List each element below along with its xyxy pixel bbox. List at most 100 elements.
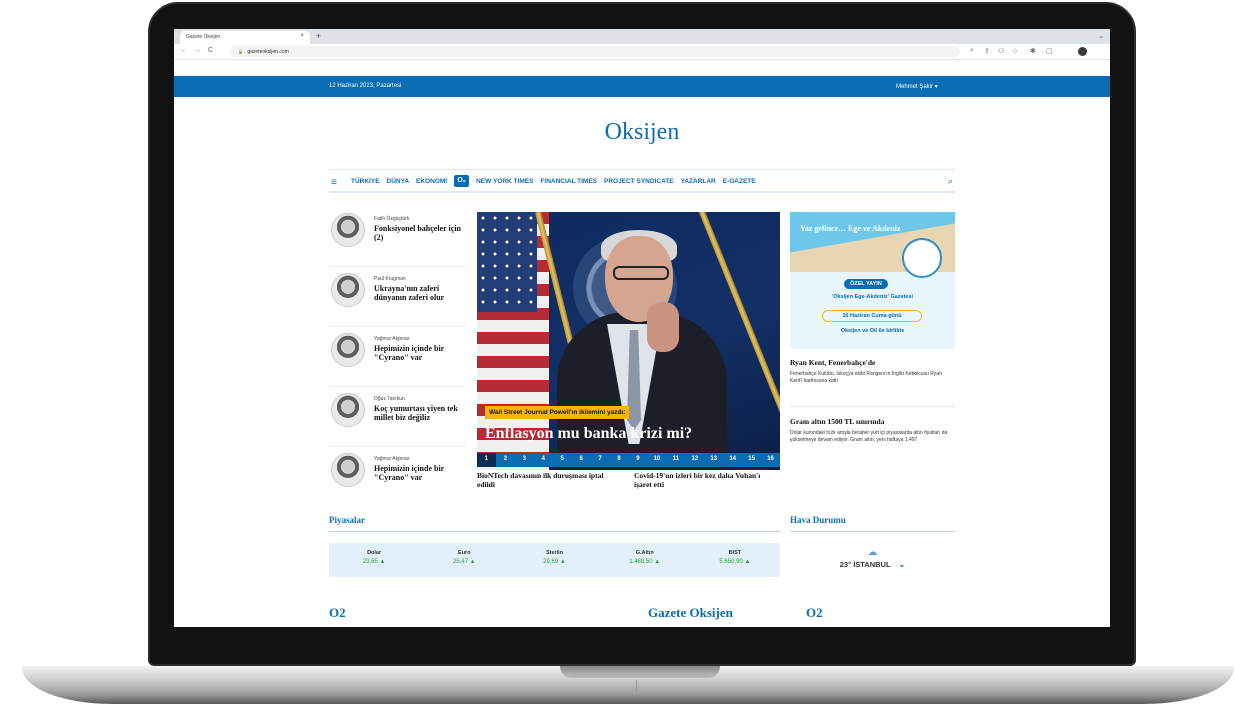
nav-item-new-york-times[interactable]: NEW YORK TIMES <box>476 178 533 187</box>
promo-line: Oksijen ve Oil ile birlikte <box>840 328 905 334</box>
news-title[interactable]: Gram altın 1500 TL sınırında <box>790 417 955 426</box>
divider <box>329 531 780 532</box>
nav-menu: TÜRKİYE DÜNYA EKONOMİ O₂ NEW YORK TIMES … <box>351 175 756 187</box>
nav-item-ekonomi[interactable]: EKONOMİ <box>416 178 447 187</box>
columnist-item[interactable]: Yağmur Akpınar Hepimizin içinde bir "Cyr… <box>329 327 466 387</box>
slider-page[interactable]: 4 <box>534 453 553 467</box>
address-bar[interactable]: 🔒 gazeteoksijen.com <box>230 46 960 57</box>
slider-page[interactable]: 15 <box>742 453 761 467</box>
market-item[interactable]: G.Altın 1.488,50 ▲ <box>600 543 690 577</box>
market-value: 1.488,50 ▲ <box>629 559 661 565</box>
subhead-link[interactable]: BioNTech davasının ilk duruşması iptal e… <box>477 471 619 489</box>
market-item[interactable]: BIST 5.650,90 ▲ <box>690 543 780 577</box>
weather-heading: Hava Durumu <box>790 515 846 525</box>
market-item[interactable]: Sterlin 29,69 ▲ <box>509 543 599 577</box>
slider-pagination: 1 2 3 4 5 6 7 8 9 10 11 12 13 14 15 16 <box>477 453 780 467</box>
market-label: G.Altın <box>635 550 654 556</box>
columnist-item[interactable]: Paul Krugman Ukrayna'nın zaferi dünyanın… <box>329 267 466 327</box>
bookmark-star-icon[interactable]: ☆ <box>1012 47 1018 55</box>
market-value: 5.650,90 ▲ <box>719 559 751 565</box>
slider-page[interactable]: 8 <box>610 453 629 467</box>
reload-icon[interactable]: C <box>208 47 213 54</box>
news-item[interactable]: Ryan Kent, Fenerbahçe'de Fenerbahçe Kulü… <box>790 358 955 385</box>
slider-page[interactable]: 12 <box>685 453 704 467</box>
columnist-item[interactable]: Fatih Özgüçtürk Fonksiyonel bahçeler içi… <box>329 207 466 267</box>
nav-item-e-gazete[interactable]: E-GAZETE <box>723 178 756 187</box>
profile-avatar[interactable] <box>1078 47 1087 56</box>
site-logo[interactable]: Oksijen <box>174 119 1110 146</box>
tab-close-icon[interactable]: × <box>300 33 304 39</box>
browser-tab[interactable]: Gazete Oksijen × <box>180 31 310 44</box>
columnist-article-title[interactable]: Hepimizin içinde bir "Cyrano" var <box>374 344 462 362</box>
chevron-down-icon[interactable]: ⌄ <box>899 560 906 569</box>
nav-item-financial-times[interactable]: FINANCIAL TIMES <box>540 178 597 187</box>
back-icon[interactable]: ← <box>180 47 187 54</box>
hero-headline[interactable]: Enflasyon mu banka krizi mi? <box>485 425 692 443</box>
columnist-name: Oğuz Tanıkun <box>374 396 405 402</box>
columnist-name: Yağmur Akpınar <box>374 336 410 342</box>
news-title[interactable]: Ryan Kent, Fenerbahçe'de <box>790 358 955 367</box>
slider-page[interactable]: 14 <box>723 453 742 467</box>
markets-heading: Piyasalar <box>329 515 365 525</box>
forward-icon[interactable]: → <box>194 47 201 54</box>
main-nav: ≡ TÜRKİYE DÜNYA EKONOMİ O₂ NEW YORK TIME… <box>329 169 955 193</box>
market-label: Dolar <box>367 550 382 556</box>
new-tab-icon[interactable]: + <box>316 31 321 41</box>
nav-item-yazarlar[interactable]: YAZARLAR <box>681 178 716 187</box>
slider-page[interactable]: 10 <box>647 453 666 467</box>
slider-page[interactable]: 11 <box>666 453 685 467</box>
user-menu[interactable]: Mehmet Şakir ▾ <box>896 83 938 90</box>
slider-page[interactable]: 6 <box>572 453 591 467</box>
market-label: Euro <box>458 550 471 556</box>
slider-page[interactable]: 9 <box>629 453 648 467</box>
slider-page[interactable]: 7 <box>591 453 610 467</box>
weather-city-temp: 23° İSTANBUL <box>839 560 891 569</box>
slider-page[interactable]: 2 <box>496 453 515 467</box>
nav-item-o2[interactable]: O₂ <box>454 175 470 187</box>
browser-toolbar: ← → C 🔒 gazeteoksijen.com ⌕ ⇪ ⚇ ☆ ✱ ▢ <box>174 44 1110 60</box>
news-item[interactable]: Gram altın 1500 TL sınırında Dolar kurun… <box>790 417 955 444</box>
slider-page[interactable]: 13 <box>704 453 723 467</box>
section-heading-o2[interactable]: O2 <box>806 605 823 621</box>
section-heading-gazete-oksijen[interactable]: Gazete Oksijen <box>648 605 733 621</box>
divider <box>790 406 955 407</box>
section-heading-o2[interactable]: O2 <box>329 605 346 621</box>
columnist-avatar <box>331 213 365 247</box>
market-item[interactable]: Dolar 23,65 ▲ <box>329 543 419 577</box>
slider-page[interactable]: 16 <box>761 453 780 467</box>
slider-page[interactable]: 5 <box>553 453 572 467</box>
nav-item-turkiye[interactable]: TÜRKİYE <box>351 178 380 187</box>
market-item[interactable]: Euro 25,47 ▲ <box>419 543 509 577</box>
hero-slider[interactable]: Wall Street Journal Powell'ın ikilemini … <box>477 212 780 470</box>
hamburger-icon[interactable]: ≡ <box>331 177 337 188</box>
columnist-article-title[interactable]: Fonksiyonel bahçeler için (2) <box>374 224 462 242</box>
columnist-article-title[interactable]: Ukrayna'nın zaferi dünyanın zaferi olur <box>374 284 462 302</box>
nav-item-project-syndicate[interactable]: PROJECT SYNDICATE <box>604 178 674 187</box>
tab-search-icon[interactable]: ⌄ <box>1098 32 1104 40</box>
market-value: 23,65 ▲ <box>362 559 386 565</box>
promo-banner[interactable]: Yaz gelince… Ege ve Akdeniz ÖZEL YAYIN '… <box>790 212 955 349</box>
divider <box>790 531 955 532</box>
columnist-article-title[interactable]: Hepimizin içinde bir "Cyrano" var <box>374 464 462 482</box>
sidepanel-icon[interactable]: ▢ <box>1046 47 1053 55</box>
slider-page[interactable]: 3 <box>515 453 534 467</box>
promo-badge <box>902 238 942 278</box>
extension-icon[interactable]: ⚇ <box>998 47 1004 55</box>
columnist-avatar <box>331 333 365 367</box>
columnist-article-title[interactable]: Koç yumurtası yiyen tek millet biz değil… <box>374 404 462 422</box>
cloud-icon: ☁ <box>867 547 878 558</box>
columnist-name: Paul Krugman <box>374 276 406 282</box>
puzzle-icon[interactable]: ✱ <box>1030 47 1036 55</box>
nav-item-dunya[interactable]: DÜNYA <box>387 178 410 187</box>
search-icon[interactable]: ⌕ <box>948 176 953 187</box>
subhead-link[interactable]: Covid-19'un izleri bir kez daha Vuhan'ı … <box>634 471 776 489</box>
zoom-icon[interactable]: ⌕ <box>970 47 974 55</box>
markets-ticker: Dolar 23,65 ▲ Euro 25,47 ▲ Sterlin 29,69… <box>329 543 780 577</box>
columnist-avatar <box>331 453 365 487</box>
market-value: 25,47 ▲ <box>452 559 476 565</box>
columnist-item[interactable]: Oğuz Tanıkun Koç yumurtası yiyen tek mil… <box>329 387 466 447</box>
share-icon[interactable]: ⇪ <box>984 47 990 55</box>
columnist-item[interactable]: Yağmur Akpınar Hepimizin içinde bir "Cyr… <box>329 447 466 507</box>
slider-page[interactable]: 1 <box>477 453 496 467</box>
columnist-avatar <box>331 273 365 307</box>
